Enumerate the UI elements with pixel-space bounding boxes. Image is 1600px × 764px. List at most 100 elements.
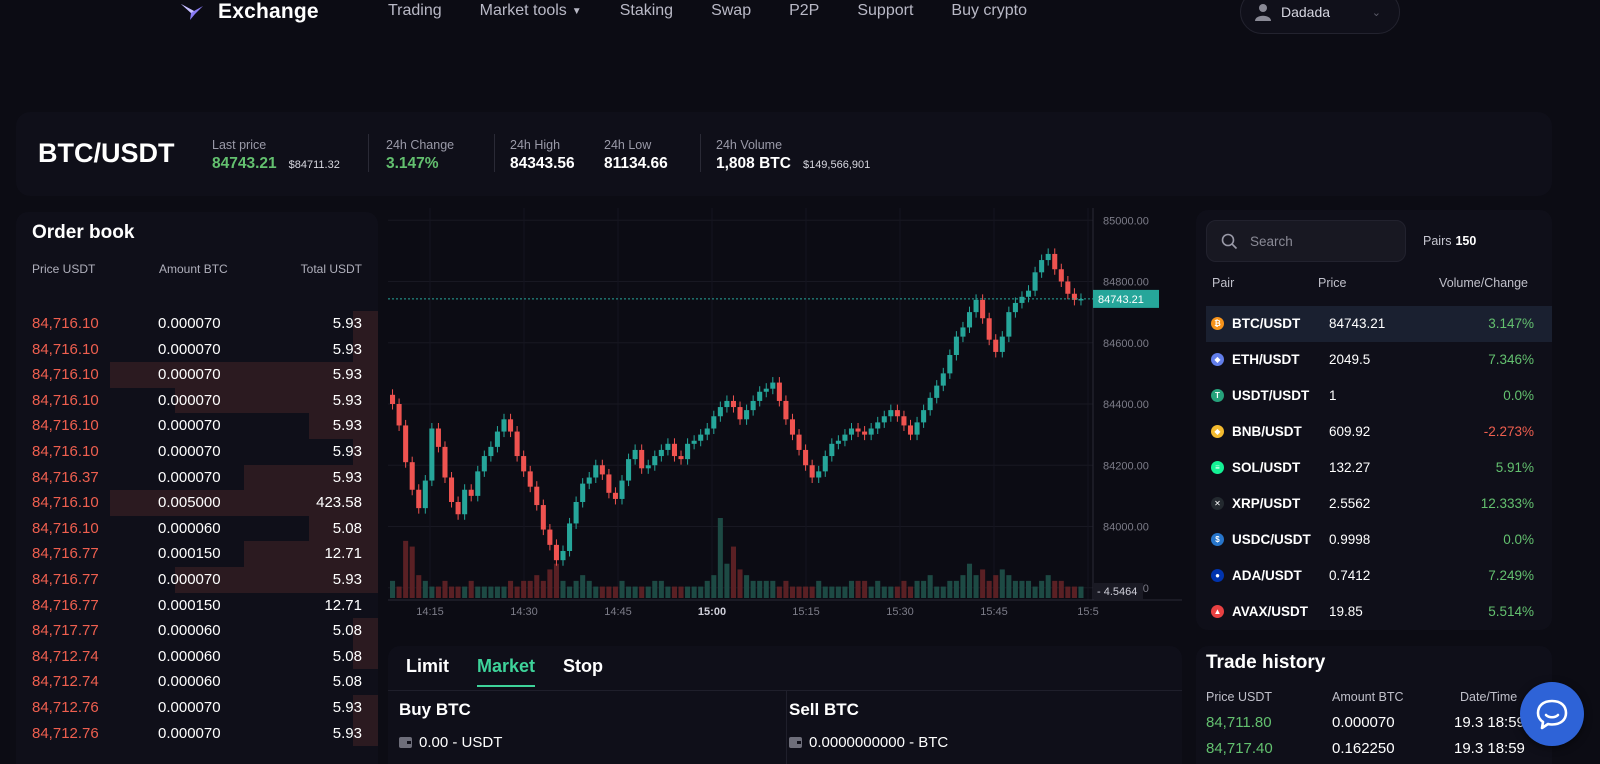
pair-row[interactable]: ≡ SOL/USDT 132.27 5.91% — [1206, 450, 1552, 486]
volume-bar — [789, 586, 796, 598]
tab-market[interactable]: Market — [477, 656, 536, 687]
th-header-amount: Amount BTC — [1332, 690, 1404, 704]
volume-bar — [586, 580, 592, 598]
order-book-row[interactable]: 84,717.77 0.000060 5.08 — [16, 618, 378, 644]
pair-row[interactable]: ● ADA/USDT 0.7412 7.249% — [1206, 558, 1552, 594]
volume-bar — [462, 586, 468, 598]
pair-row[interactable]: $ USDC/USDT 0.9998 0.0% — [1206, 522, 1552, 558]
order-book-row[interactable]: 84,716.77 0.000070 5.93 — [16, 566, 378, 593]
order-book-row[interactable]: 84,716.10 0.000070 5.93 — [16, 362, 378, 388]
candle-body — [573, 502, 579, 524]
order-book-rows: 84,716.10 0.000070 5.93 84,716.10 0.000070 5.… — [16, 311, 378, 747]
trade-row: 84,717.40 0.162250 19.3 18:59 — [1196, 740, 1552, 764]
y-tick-label: 84200.00 — [1103, 460, 1149, 472]
pair-row[interactable]: ◆ BNB/USDT 609.92 -2.273% — [1206, 414, 1552, 450]
order-book-row[interactable]: 84,716.10 0.000060 5.08 — [16, 515, 378, 542]
candle-body — [488, 446, 494, 457]
sell-panel: Sell BTC 0.0000000000 - BTC — [789, 700, 948, 751]
price-chart[interactable]: 85000.00 84800.00 84600.00 84400.00 84200.00… — [388, 208, 1182, 632]
volume-bar — [875, 580, 881, 598]
candle-body — [671, 443, 677, 457]
order-book-row[interactable]: 84,716.77 0.000150 12.71 — [16, 593, 378, 619]
candle-body — [652, 456, 658, 466]
sell-balance: 0.0000000000 - BTC — [809, 734, 949, 751]
low-stat: 24h Low 81134.66 — [604, 138, 668, 173]
ob-price: 84,712.76 — [32, 724, 99, 742]
nav-swap[interactable]: Swap — [711, 2, 751, 20]
candle-body — [632, 449, 638, 460]
pair-change: 7.249% — [1488, 568, 1534, 583]
nav-market-tools[interactable]: Market tools ▼ — [480, 2, 582, 20]
order-book-row[interactable]: 84,716.10 0.000070 5.93 — [16, 311, 378, 337]
order-book-row[interactable]: 84,716.10 0.000070 5.93 — [16, 336, 378, 363]
ob-total: 5.93 — [332, 468, 362, 486]
candle-body — [724, 400, 730, 408]
coin-icon: ● — [1211, 569, 1224, 582]
trade-amount: 0.162250 — [1332, 740, 1395, 757]
pair-price: 2049.5 — [1329, 352, 1371, 367]
volume-bar — [783, 580, 789, 598]
coin-icon: ≡ — [1211, 461, 1224, 474]
volume-bar — [685, 586, 691, 598]
ob-amount: 0.000060 — [158, 673, 221, 691]
pair-name: SOL/USDT — [1232, 460, 1301, 475]
volume-bar — [422, 580, 428, 598]
candle-body — [593, 465, 599, 478]
pair-row[interactable]: ▲ AVAX/USDT 19.85 5.514% — [1206, 594, 1552, 630]
volume-bar — [626, 586, 632, 598]
search-input[interactable] — [1250, 233, 1390, 249]
order-book-row[interactable]: 84,716.10 0.000070 5.93 — [16, 438, 378, 465]
order-book-row[interactable]: 84,712.76 0.000070 5.93 — [16, 694, 378, 721]
y-tick-label: 84000.00 — [1103, 522, 1149, 534]
volume-bar — [717, 518, 723, 598]
ob-total: 5.08 — [332, 622, 362, 640]
nav-buy-crypto[interactable]: Buy crypto — [951, 2, 1027, 20]
volume-value: 1,808 BTC — [716, 155, 791, 172]
order-book-row[interactable]: 84,716.10 0.000070 5.93 — [16, 387, 378, 414]
volume-bar — [1025, 580, 1032, 598]
ob-price: 84,717.77 — [32, 622, 99, 640]
pair-row[interactable]: ₿ BTC/USDT 84743.21 3.147% — [1206, 306, 1552, 342]
nav-support[interactable]: Support — [857, 2, 913, 20]
trade-time: 19.3 18:59 — [1454, 714, 1525, 731]
order-book-row[interactable]: 84,716.10 0.005000 423.58 — [16, 490, 378, 516]
candle-body — [947, 355, 953, 374]
candle-body — [435, 428, 441, 447]
chat-button[interactable] — [1520, 682, 1584, 746]
candle-body — [907, 425, 914, 435]
search-icon — [1221, 233, 1238, 249]
order-book-row[interactable]: 84,712.76 0.000070 5.93 — [16, 720, 378, 747]
nav-trading[interactable]: Trading — [388, 2, 442, 20]
pair-row[interactable]: ✕ XRP/USDT 2.5562 12.333% — [1206, 486, 1552, 522]
wallet-icon — [789, 737, 802, 748]
tab-limit[interactable]: Limit — [406, 656, 449, 687]
x-tick-label: 14:45 — [604, 606, 632, 618]
search-box[interactable] — [1206, 220, 1406, 262]
ob-total: 5.93 — [332, 724, 362, 742]
ob-amount: 0.000070 — [158, 442, 221, 460]
volume-bar — [534, 575, 540, 598]
order-book-row[interactable]: 84,712.74 0.000060 5.08 — [16, 643, 378, 670]
pair-row[interactable]: T USDT/USDT 1 0.0% — [1206, 378, 1552, 414]
order-book-row[interactable]: 84,716.37 0.000070 5.93 — [16, 464, 378, 491]
logo[interactable]: Exchange — [180, 0, 319, 24]
tab-stop[interactable]: Stop — [563, 656, 603, 687]
volume-bar — [619, 580, 625, 598]
nav-p2p[interactable]: P2P — [789, 2, 819, 20]
nav-staking[interactable]: Staking — [620, 2, 673, 20]
pair-row[interactable]: ◆ ETH/USDT 2049.5 7.346% — [1206, 342, 1552, 378]
trade-price: 84,711.80 — [1206, 714, 1272, 731]
user-menu[interactable]: Dadada ⌄ — [1240, 0, 1400, 34]
order-book-row[interactable]: 84,716.77 0.000150 12.71 — [16, 541, 378, 567]
candlestick-chart[interactable]: 85000.00 84800.00 84600.00 84400.00 84200.00… — [388, 208, 1182, 632]
volume-bar — [475, 586, 481, 598]
trade-price: 84,717.40 — [1206, 740, 1273, 757]
volume-bar — [403, 540, 409, 598]
volume-bar — [757, 580, 763, 598]
order-book-row[interactable]: 84,712.74 0.000060 5.08 — [16, 669, 378, 695]
order-book-row[interactable]: 84,716.10 0.000070 5.93 — [16, 413, 378, 439]
volume-bar — [829, 586, 835, 598]
candle-body — [429, 428, 435, 481]
sell-title: Sell BTC — [789, 700, 859, 719]
pair-name: BTC/USDT — [1232, 316, 1301, 331]
